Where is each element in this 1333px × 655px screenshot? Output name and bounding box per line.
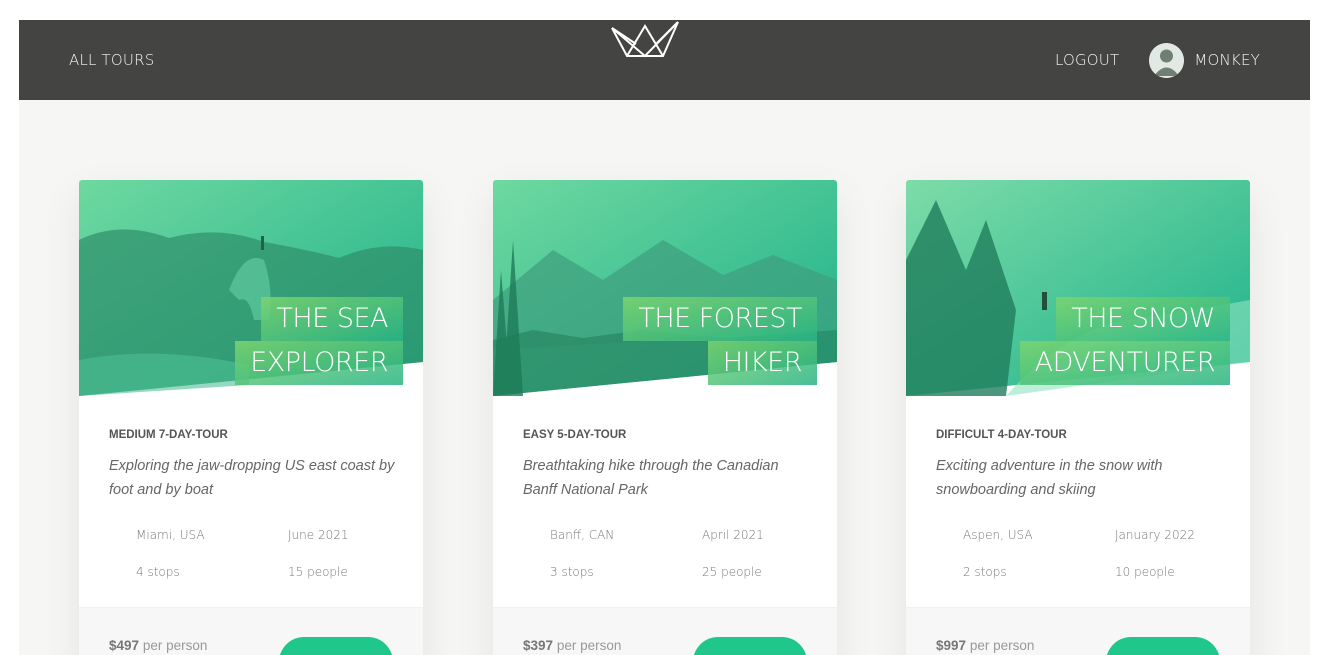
user-silhouette-icon <box>1149 42 1185 78</box>
tour-price: $497 per person <box>109 638 207 653</box>
tours-overview: THE SEA EXPLORER MEDIUM 7-DAY-TOUR Explo… <box>19 100 1310 655</box>
tour-card-snow-adventurer[interactable]: THE SNOW ADVENTURER DIFFICULT 4-DAY-TOUR… <box>906 180 1250 655</box>
details-button[interactable] <box>279 637 393 655</box>
tour-location: Aspen, USA <box>963 528 1033 542</box>
tour-difficulty: MEDIUM 7-DAY-TOUR <box>109 429 228 441</box>
tour-title: THE SNOW ADVENTURER <box>1019 297 1230 385</box>
all-tours-link[interactable]: ALL TOURS <box>69 51 154 69</box>
tour-summary: Exciting adventure in the snow with snow… <box>936 458 1163 498</box>
price-value: $997 <box>936 638 967 653</box>
user-area: LOGOUT MONKEY <box>1055 42 1260 78</box>
tour-date: January 2022 <box>1115 528 1195 542</box>
card-footer: $997 per person <box>906 607 1250 655</box>
price-unit: per person <box>969 638 1035 653</box>
username: MONKEY <box>1194 51 1260 69</box>
card-footer: $497 per person <box>79 607 423 655</box>
tour-summary: Breathtaking hike through the Canadian B… <box>523 458 779 498</box>
avatar <box>1149 42 1185 78</box>
tour-location: Banff, CAN <box>550 528 615 542</box>
tour-difficulty: DIFFICULT 4-DAY-TOUR <box>936 429 1067 441</box>
tour-summary: Exploring the jaw-dropping US east coast… <box>109 458 395 498</box>
tour-stops: 3 stops <box>550 565 594 579</box>
tour-card-forest-hiker[interactable]: THE FOREST HIKER EASY 5-DAY-TOUR Breatht… <box>493 180 837 655</box>
price-unit: per person <box>556 638 622 653</box>
tour-title-line1: THE SNOW <box>1056 297 1230 341</box>
tour-people: 25 people <box>702 565 762 579</box>
details-button[interactable] <box>1106 637 1220 655</box>
logout-link[interactable]: LOGOUT <box>1055 51 1119 69</box>
price-value: $497 <box>109 638 140 653</box>
tour-people: 15 people <box>288 565 348 579</box>
tour-price: $997 per person <box>936 638 1034 653</box>
tour-title-line2: EXPLORER <box>235 341 403 385</box>
price-unit: per person <box>142 638 208 653</box>
crown-logo-icon[interactable] <box>610 20 680 58</box>
tour-stops: 2 stops <box>963 565 1007 579</box>
details-button[interactable] <box>693 637 807 655</box>
tour-title-line2: HIKER <box>707 341 817 385</box>
card-footer: $397 per person <box>493 607 837 655</box>
tour-difficulty: EASY 5-DAY-TOUR <box>523 429 627 441</box>
tour-title: THE SEA EXPLORER <box>235 297 403 385</box>
tour-title-line1: THE FOREST <box>623 297 817 341</box>
tour-title-line2: ADVENTURER <box>1019 341 1230 385</box>
price-value: $397 <box>523 638 554 653</box>
tour-date: April 2021 <box>702 528 764 542</box>
user-menu[interactable]: MONKEY <box>1149 42 1260 78</box>
tour-card-sea-explorer[interactable]: THE SEA EXPLORER MEDIUM 7-DAY-TOUR Explo… <box>79 180 423 655</box>
tour-people: 10 people <box>1115 565 1175 579</box>
tour-title: THE FOREST HIKER <box>623 297 817 385</box>
tour-title-line1: THE SEA <box>261 297 403 341</box>
tour-location: Miami, USA <box>136 528 205 542</box>
tour-date: June 2021 <box>288 528 349 542</box>
tour-price: $397 per person <box>523 638 621 653</box>
tour-stops: 4 stops <box>136 565 180 579</box>
